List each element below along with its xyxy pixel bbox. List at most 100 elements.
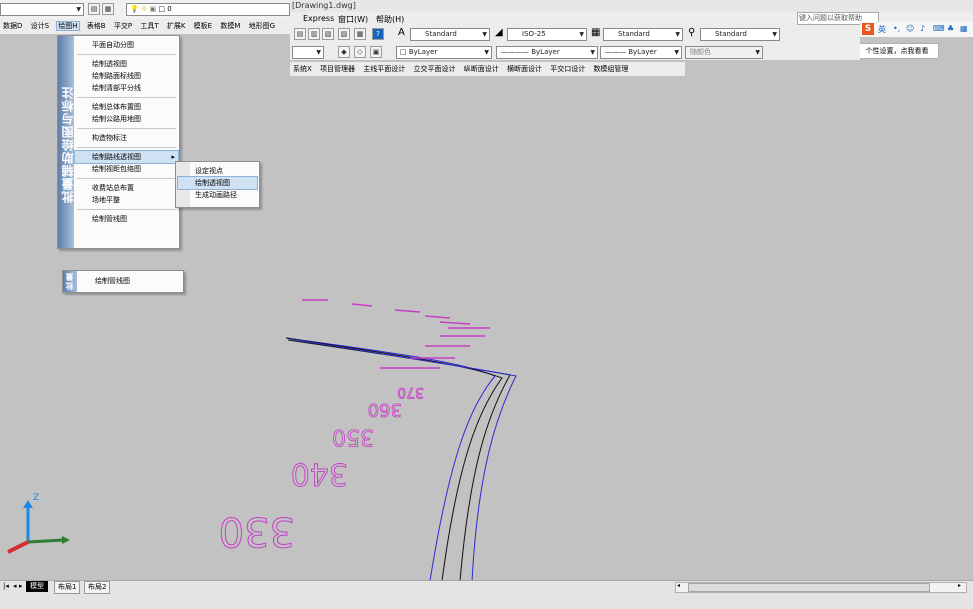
menu-separator	[77, 147, 176, 148]
menu-item-topo[interactable]: 地形图G	[249, 22, 275, 30]
menu-item-extend[interactable]: 扩展K	[167, 22, 186, 30]
submenu-draw-perspective[interactable]: 绘制透视图	[177, 176, 258, 190]
station-label-370: 370	[397, 384, 424, 400]
ime-punct-icon[interactable]: •,	[893, 24, 900, 33]
hint-menu-system[interactable]: 系统X	[293, 65, 312, 73]
menu-item-design[interactable]: 设计S	[31, 22, 49, 30]
station-label-350: 350	[332, 424, 374, 449]
menu-divider-line[interactable]: 绘制清部平分线	[75, 82, 178, 94]
layer-states-icon[interactable]: ▦	[102, 3, 114, 15]
menu-marking[interactable]: 绘制路面标线图	[75, 70, 178, 82]
menu-general-layout[interactable]: 绘制总体布置图	[75, 101, 178, 113]
menu-separator	[77, 178, 176, 179]
tab-nav-next-icon[interactable]: ▸	[19, 582, 23, 590]
main-menu-bar: 数据D 设计S 绘图H 表格B 平交P 工具T 扩展K 模板E 数模M 地形图G	[0, 19, 290, 34]
menu-item-table[interactable]: 表格B	[87, 22, 106, 30]
menu-site-leveling[interactable]: 场地平整	[75, 194, 178, 206]
ime-logo[interactable]: S	[862, 23, 874, 35]
hint-menu-alignment[interactable]: 主线平面设计	[363, 65, 405, 73]
layer-control[interactable]: 💡 ☼ ▣ □ 0	[126, 3, 290, 16]
hint-menu-profile[interactable]: 纵断面设计	[464, 65, 499, 73]
menu-express[interactable]: Express	[303, 14, 334, 23]
ime-chinese-icon[interactable]: 英	[878, 24, 886, 35]
perspective-submenu: 设定视点 绘制透视图 生成动画路径	[175, 161, 260, 208]
tab-nav-prev-icon[interactable]: ◂	[13, 582, 17, 590]
layer-manager-icon[interactable]: ▤	[88, 3, 100, 15]
menu-window[interactable]: 窗口(W)	[338, 14, 368, 25]
table-style-combo[interactable]: Standard ▼	[603, 28, 683, 41]
tab-layout1[interactable]: 布局1	[54, 581, 81, 594]
tab-model[interactable]: 模型	[26, 581, 48, 592]
menu-toll-station[interactable]: 收费站总布置	[75, 182, 178, 194]
plot-icon[interactable]: ▨	[338, 28, 350, 40]
save-icon[interactable]: ▧	[322, 28, 334, 40]
text-style-combo[interactable]: Standard ▼	[410, 28, 490, 41]
toolbar-dropdown[interactable]: ▼	[0, 3, 84, 16]
open-icon[interactable]: ▥	[308, 28, 320, 40]
hint-menu-dtm[interactable]: 数模组管理	[593, 65, 628, 73]
menu-perspective[interactable]: 绘制透视图	[75, 58, 178, 70]
scrollbar-thumb[interactable]	[688, 583, 930, 592]
menu-item-data[interactable]: 数据D	[3, 22, 22, 30]
svg-text:Z: Z	[33, 493, 39, 503]
linetype-combo[interactable]: ———— ByLayer ▼	[496, 46, 598, 59]
text-style-icon: A	[398, 27, 405, 38]
ime-emoji-icon[interactable]: ☺	[906, 24, 914, 33]
menu-auto-sheet[interactable]: 平面自动分图	[75, 39, 178, 51]
station-label-330: 330	[219, 508, 295, 554]
dim-style-icon: ◢	[495, 27, 503, 38]
new-icon[interactable]: ▤	[294, 28, 306, 40]
draw-dropdown-menu: 批量辅助绘图与标注 平面自动分图 绘制透视图 绘制路面标线图 绘制清部平分线 绘…	[57, 35, 180, 249]
menu-pipeline[interactable]: 绘制管线图	[75, 213, 178, 225]
table-style-icon: ▦	[591, 27, 601, 38]
lock-icon: ▣	[149, 5, 157, 13]
lineweight-combo[interactable]: ——— ByLayer ▼	[600, 46, 682, 59]
ime-mic-icon[interactable]: ♪	[920, 24, 925, 33]
tab-nav-first-icon[interactable]: |◂	[3, 582, 9, 590]
submenu-set-viewpoint[interactable]: 设定视点	[178, 165, 257, 177]
hint-menu-junction[interactable]: 平交口设计	[550, 65, 585, 73]
menu-item-template[interactable]: 模板E	[194, 22, 212, 30]
layer-iso-icon[interactable]: ▣	[370, 46, 382, 58]
layer-match-icon[interactable]: ◇	[354, 46, 366, 58]
layer-prev-icon[interactable]: ◆	[338, 46, 350, 58]
scroll-right-icon[interactable]: ▸	[958, 582, 961, 589]
torn-menu-pipeline[interactable]: 绘制管线图	[78, 275, 130, 287]
color-swatch-icon: □	[400, 48, 407, 56]
window-title: [Drawing1.dwg]	[292, 1, 356, 10]
ime-keyboard-icon[interactable]: ⌨	[933, 24, 945, 33]
help-icon[interactable]: ?	[372, 28, 384, 40]
menu-sight-envelope[interactable]: 绘制视距包络图	[75, 163, 178, 175]
hint-menu-cross-section[interactable]: 横断面设计	[507, 65, 542, 73]
ime-skin-icon[interactable]: ♣	[947, 24, 954, 33]
submenu-animation-path[interactable]: 生成动画路径	[178, 189, 257, 201]
tab-layout2[interactable]: 布局2	[84, 581, 111, 594]
scroll-left-icon[interactable]: ◂	[677, 582, 680, 589]
ucs-axis-icon: Z	[7, 493, 70, 554]
hint-menu-interchange[interactable]: 立交平面设计	[414, 65, 456, 73]
menu-land-use[interactable]: 绘制公路用地图	[75, 113, 178, 125]
station-label-340: 340	[291, 456, 348, 491]
menu-separator	[77, 209, 176, 210]
multileader-style-combo[interactable]: Standard ▼	[700, 28, 780, 41]
menu-separator	[77, 54, 176, 55]
ime-tools-icon[interactable]: ▦	[960, 24, 968, 33]
menu-route-perspective[interactable]: 绘制路线透视图 ▸	[74, 150, 179, 164]
menu-structure-label[interactable]: 构造物标注	[75, 132, 178, 144]
menu-item-dtm[interactable]: 数模M	[220, 22, 240, 30]
torn-menu-sidebar-text: 批量	[65, 272, 74, 290]
menu-item-draw[interactable]: 绘图H	[56, 21, 80, 31]
hint-menu-project[interactable]: 项目管理器	[320, 65, 355, 73]
dim-style-combo[interactable]: ISO-25 ▼	[507, 28, 587, 41]
menu-help[interactable]: 帮助(H)	[376, 14, 404, 25]
plotstyle-combo[interactable]: 随颜色 ▼	[685, 46, 763, 59]
station-label-360: 360	[368, 399, 402, 420]
properties-left-combo[interactable]: ▼	[292, 46, 324, 59]
menu-item-tools[interactable]: 工具T	[140, 22, 158, 30]
menu-item-intersection[interactable]: 平交P	[114, 22, 132, 30]
color-combo[interactable]: □ ByLayer ▼	[396, 46, 492, 59]
bulb-icon: 💡	[130, 5, 139, 13]
ime-bar	[860, 22, 973, 37]
calc-icon[interactable]: ▩	[354, 28, 366, 40]
torn-off-menu: 批量 绘制管线图	[62, 270, 184, 293]
